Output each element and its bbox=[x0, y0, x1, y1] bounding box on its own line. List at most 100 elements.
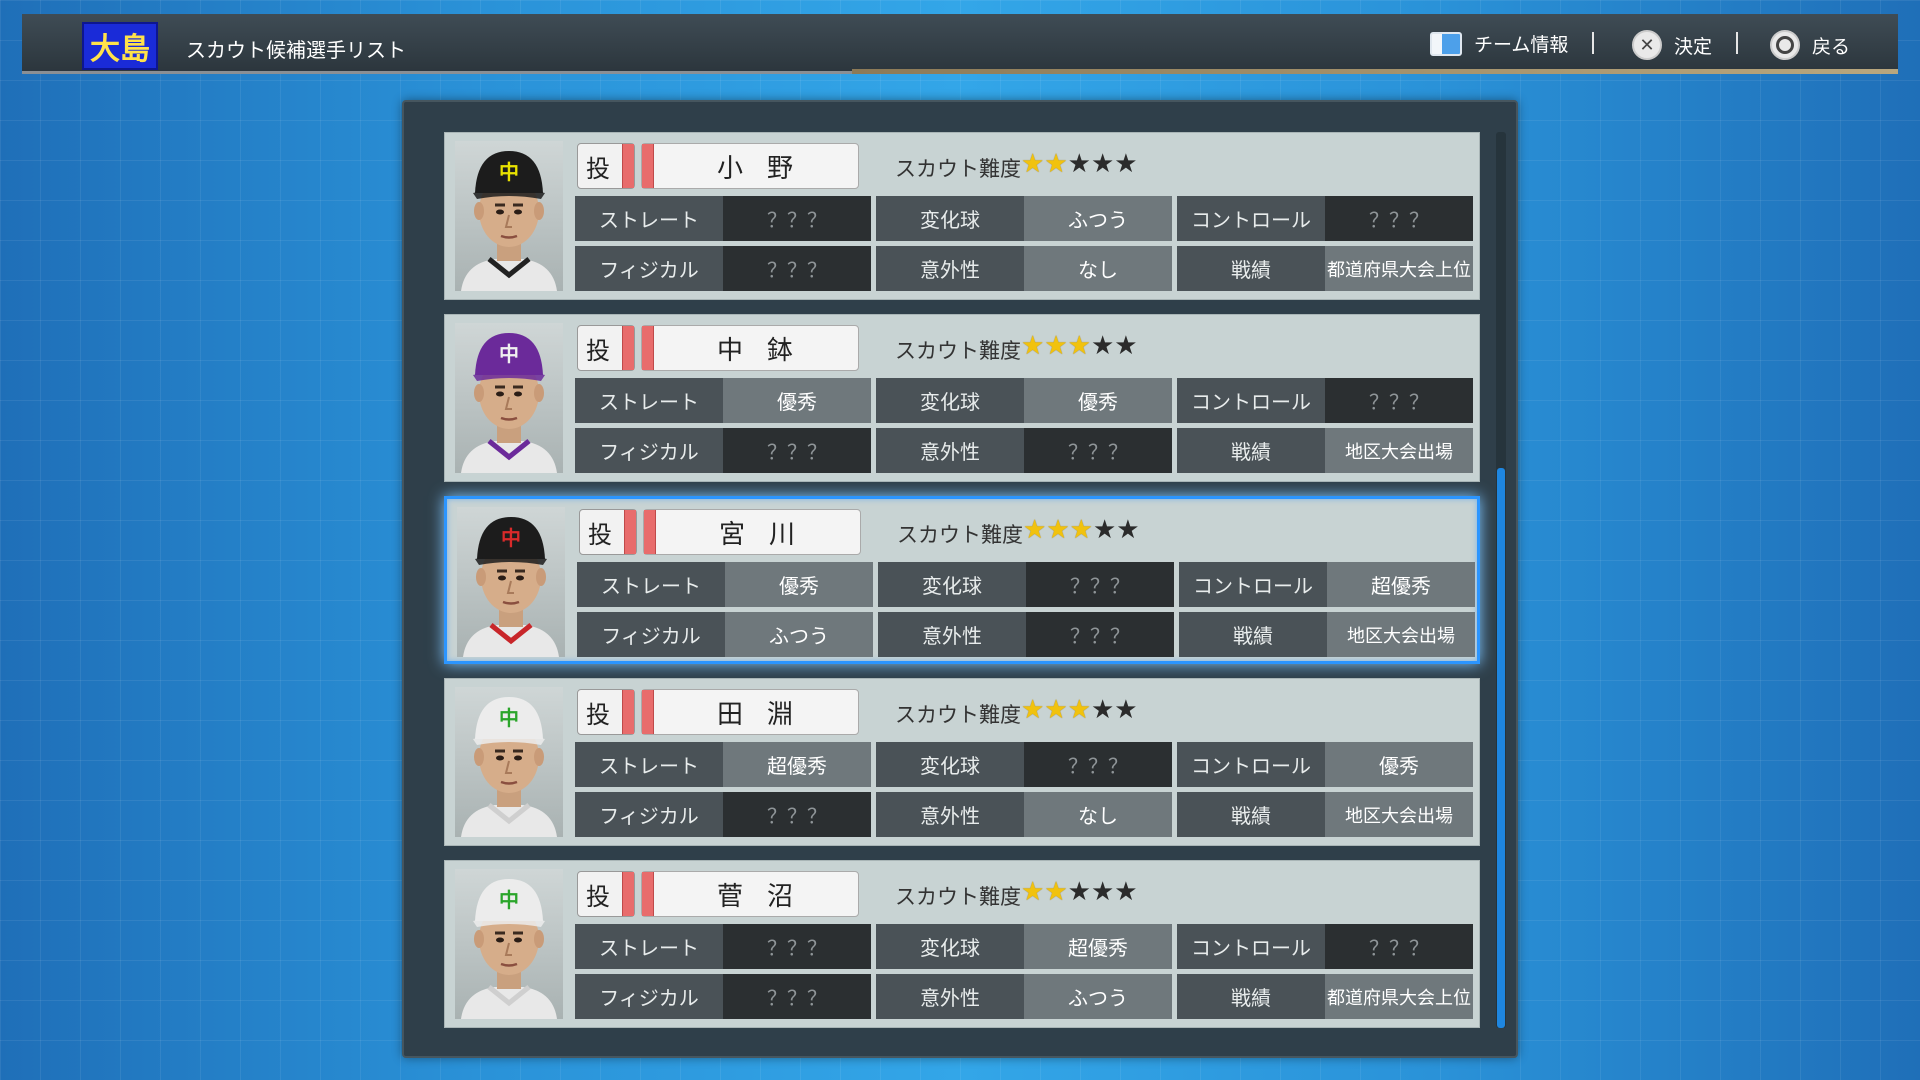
player-name-box: 田淵 bbox=[641, 689, 859, 735]
stat-straight: ストレート ？？？ bbox=[575, 924, 871, 969]
stat-label: フィジカル bbox=[577, 612, 725, 657]
scroll-thumb[interactable] bbox=[1497, 468, 1505, 1028]
position-color-strip bbox=[622, 144, 634, 188]
stat-label: 変化球 bbox=[876, 378, 1024, 423]
stat-label: コントロール bbox=[1179, 562, 1327, 607]
stat-value: 超優秀 bbox=[723, 742, 871, 787]
star-filled-icon: ★ bbox=[1021, 331, 1045, 361]
stat-physical: フィジカル ？？？ bbox=[575, 792, 871, 837]
hint-confirm[interactable]: ✕ 決定 bbox=[1632, 30, 1712, 60]
star-filled-icon: ★ bbox=[1067, 331, 1091, 361]
stat-value: ？？？ bbox=[723, 196, 871, 241]
stat-value: ？？？ bbox=[1024, 428, 1172, 473]
player-card[interactable]: 中 投 田淵 スカウト難度 ★★★★★ ストレート 超優秀 変化球 ？？？ コン… bbox=[444, 678, 1480, 846]
star-filled-icon: ★ bbox=[1021, 149, 1045, 179]
school-logo: 大島 bbox=[82, 22, 158, 70]
stat-label: 意外性 bbox=[876, 974, 1024, 1019]
star-filled-icon: ★ bbox=[1023, 515, 1047, 545]
cross-button-icon: ✕ bbox=[1632, 30, 1662, 60]
stat-label: ストレート bbox=[575, 378, 723, 423]
player-card[interactable]: 中 投 中鉢 スカウト難度 ★★★★★ ストレート 優秀 変化球 優秀 コントロ… bbox=[444, 314, 1480, 482]
stat-surprise: 意外性 ふつう bbox=[876, 974, 1172, 1019]
stat-straight: ストレート 超優秀 bbox=[575, 742, 871, 787]
player-name: 田淵 bbox=[716, 699, 817, 730]
stat-record: 戦績 地区大会出場 bbox=[1177, 792, 1473, 837]
name-color-strip bbox=[642, 326, 654, 370]
stat-label: ストレート bbox=[575, 742, 723, 787]
stat-value: ふつう bbox=[1024, 974, 1172, 1019]
hint-team-info[interactable]: チーム情報 bbox=[1430, 30, 1568, 57]
stat-label: 変化球 bbox=[876, 924, 1024, 969]
stat-grid: ストレート 超優秀 変化球 ？？？ コントロール 優秀 フィジカル ？？？ 意外… bbox=[575, 742, 1473, 837]
star-empty-icon: ★ bbox=[1114, 149, 1138, 179]
stat-value: 都道府県大会上位 bbox=[1325, 246, 1473, 291]
position-label: 投 bbox=[586, 154, 610, 183]
stat-label: ストレート bbox=[575, 924, 723, 969]
star-empty-icon: ★ bbox=[1090, 149, 1115, 179]
stat-breaking: 変化球 ？？？ bbox=[876, 742, 1172, 787]
scout-difficulty-label: スカウト難度 bbox=[897, 523, 1023, 547]
stat-label: コントロール bbox=[1177, 742, 1325, 787]
star-filled-icon: ★ bbox=[1044, 877, 1068, 907]
position-label: 投 bbox=[586, 700, 610, 729]
scout-difficulty-stars: ★★★★★ bbox=[1021, 149, 1138, 179]
scout-difficulty-stars: ★★★★★ bbox=[1023, 515, 1140, 545]
player-name: 小野 bbox=[716, 153, 817, 184]
stat-value: ？？？ bbox=[723, 924, 871, 969]
stat-record: 戦績 地区大会出場 bbox=[1177, 428, 1473, 473]
scout-difficulty-label: スカウト難度 bbox=[895, 703, 1021, 727]
star-empty-icon: ★ bbox=[1114, 331, 1138, 361]
stat-label: ストレート bbox=[577, 562, 725, 607]
svg-text:中: 中 bbox=[501, 526, 521, 550]
stat-label: コントロール bbox=[1177, 924, 1325, 969]
position-badge: 投 bbox=[577, 689, 635, 735]
star-filled-icon: ★ bbox=[1021, 877, 1045, 907]
player-portrait: 中 bbox=[455, 141, 563, 291]
name-color-strip bbox=[644, 510, 656, 554]
hint-divider bbox=[1592, 32, 1594, 54]
stat-breaking: 変化球 ？？？ bbox=[878, 562, 1174, 607]
stat-value: 超優秀 bbox=[1327, 562, 1475, 607]
star-empty-icon: ★ bbox=[1116, 515, 1140, 545]
stat-value: ？？？ bbox=[1325, 924, 1473, 969]
player-card[interactable]: 中 投 菅沼 スカウト難度 ★★★★★ ストレート ？？？ 変化球 超優秀 コン… bbox=[444, 860, 1480, 1028]
stat-label: 意外性 bbox=[876, 246, 1024, 291]
stat-label: フィジカル bbox=[575, 792, 723, 837]
svg-text:中: 中 bbox=[499, 342, 519, 366]
star-empty-icon: ★ bbox=[1067, 877, 1091, 907]
player-card[interactable]: 中 投 小野 スカウト難度 ★★★★★ ストレート ？？？ 変化球 ふつう コン… bbox=[444, 132, 1480, 300]
stat-value: なし bbox=[1024, 246, 1172, 291]
position-color-strip bbox=[622, 872, 634, 916]
stat-value: 優秀 bbox=[1024, 378, 1172, 423]
hint-label: 決定 bbox=[1674, 35, 1713, 58]
player-card[interactable]: 中 投 宮川 スカウト難度 ★★★★★ ストレート 優秀 変化球 ？？？ コント… bbox=[444, 496, 1480, 664]
stat-label: 変化球 bbox=[876, 196, 1024, 241]
stat-label: フィジカル bbox=[575, 974, 723, 1019]
stat-surprise: 意外性 なし bbox=[876, 792, 1172, 837]
star-empty-icon: ★ bbox=[1114, 695, 1138, 725]
stat-label: フィジカル bbox=[575, 428, 723, 473]
stat-label: 変化球 bbox=[878, 562, 1026, 607]
stat-label: 意外性 bbox=[876, 428, 1024, 473]
position-color-strip bbox=[622, 326, 634, 370]
player-portrait: 中 bbox=[455, 687, 563, 837]
stat-label: 意外性 bbox=[876, 792, 1024, 837]
stat-surprise: 意外性 ？？？ bbox=[878, 612, 1174, 657]
scrollbar[interactable] bbox=[1496, 132, 1506, 1028]
position-color-strip bbox=[624, 510, 636, 554]
stat-value: ？？？ bbox=[1026, 562, 1174, 607]
square-button-icon bbox=[1430, 31, 1462, 56]
star-empty-icon: ★ bbox=[1090, 877, 1115, 907]
circle-button-icon bbox=[1770, 30, 1800, 60]
scout-difficulty-stars: ★★★★★ bbox=[1021, 877, 1138, 907]
stat-control: コントロール ？？？ bbox=[1177, 378, 1473, 423]
star-empty-icon: ★ bbox=[1090, 331, 1115, 361]
position-color-strip bbox=[622, 690, 634, 734]
stat-physical: フィジカル ふつう bbox=[577, 612, 873, 657]
player-portrait: 中 bbox=[455, 323, 563, 473]
stat-value: ？？？ bbox=[723, 974, 871, 1019]
hint-back[interactable]: 戻る bbox=[1770, 30, 1850, 60]
stat-value: 優秀 bbox=[1325, 742, 1473, 787]
star-empty-icon: ★ bbox=[1092, 515, 1117, 545]
position-badge: 投 bbox=[577, 143, 635, 189]
